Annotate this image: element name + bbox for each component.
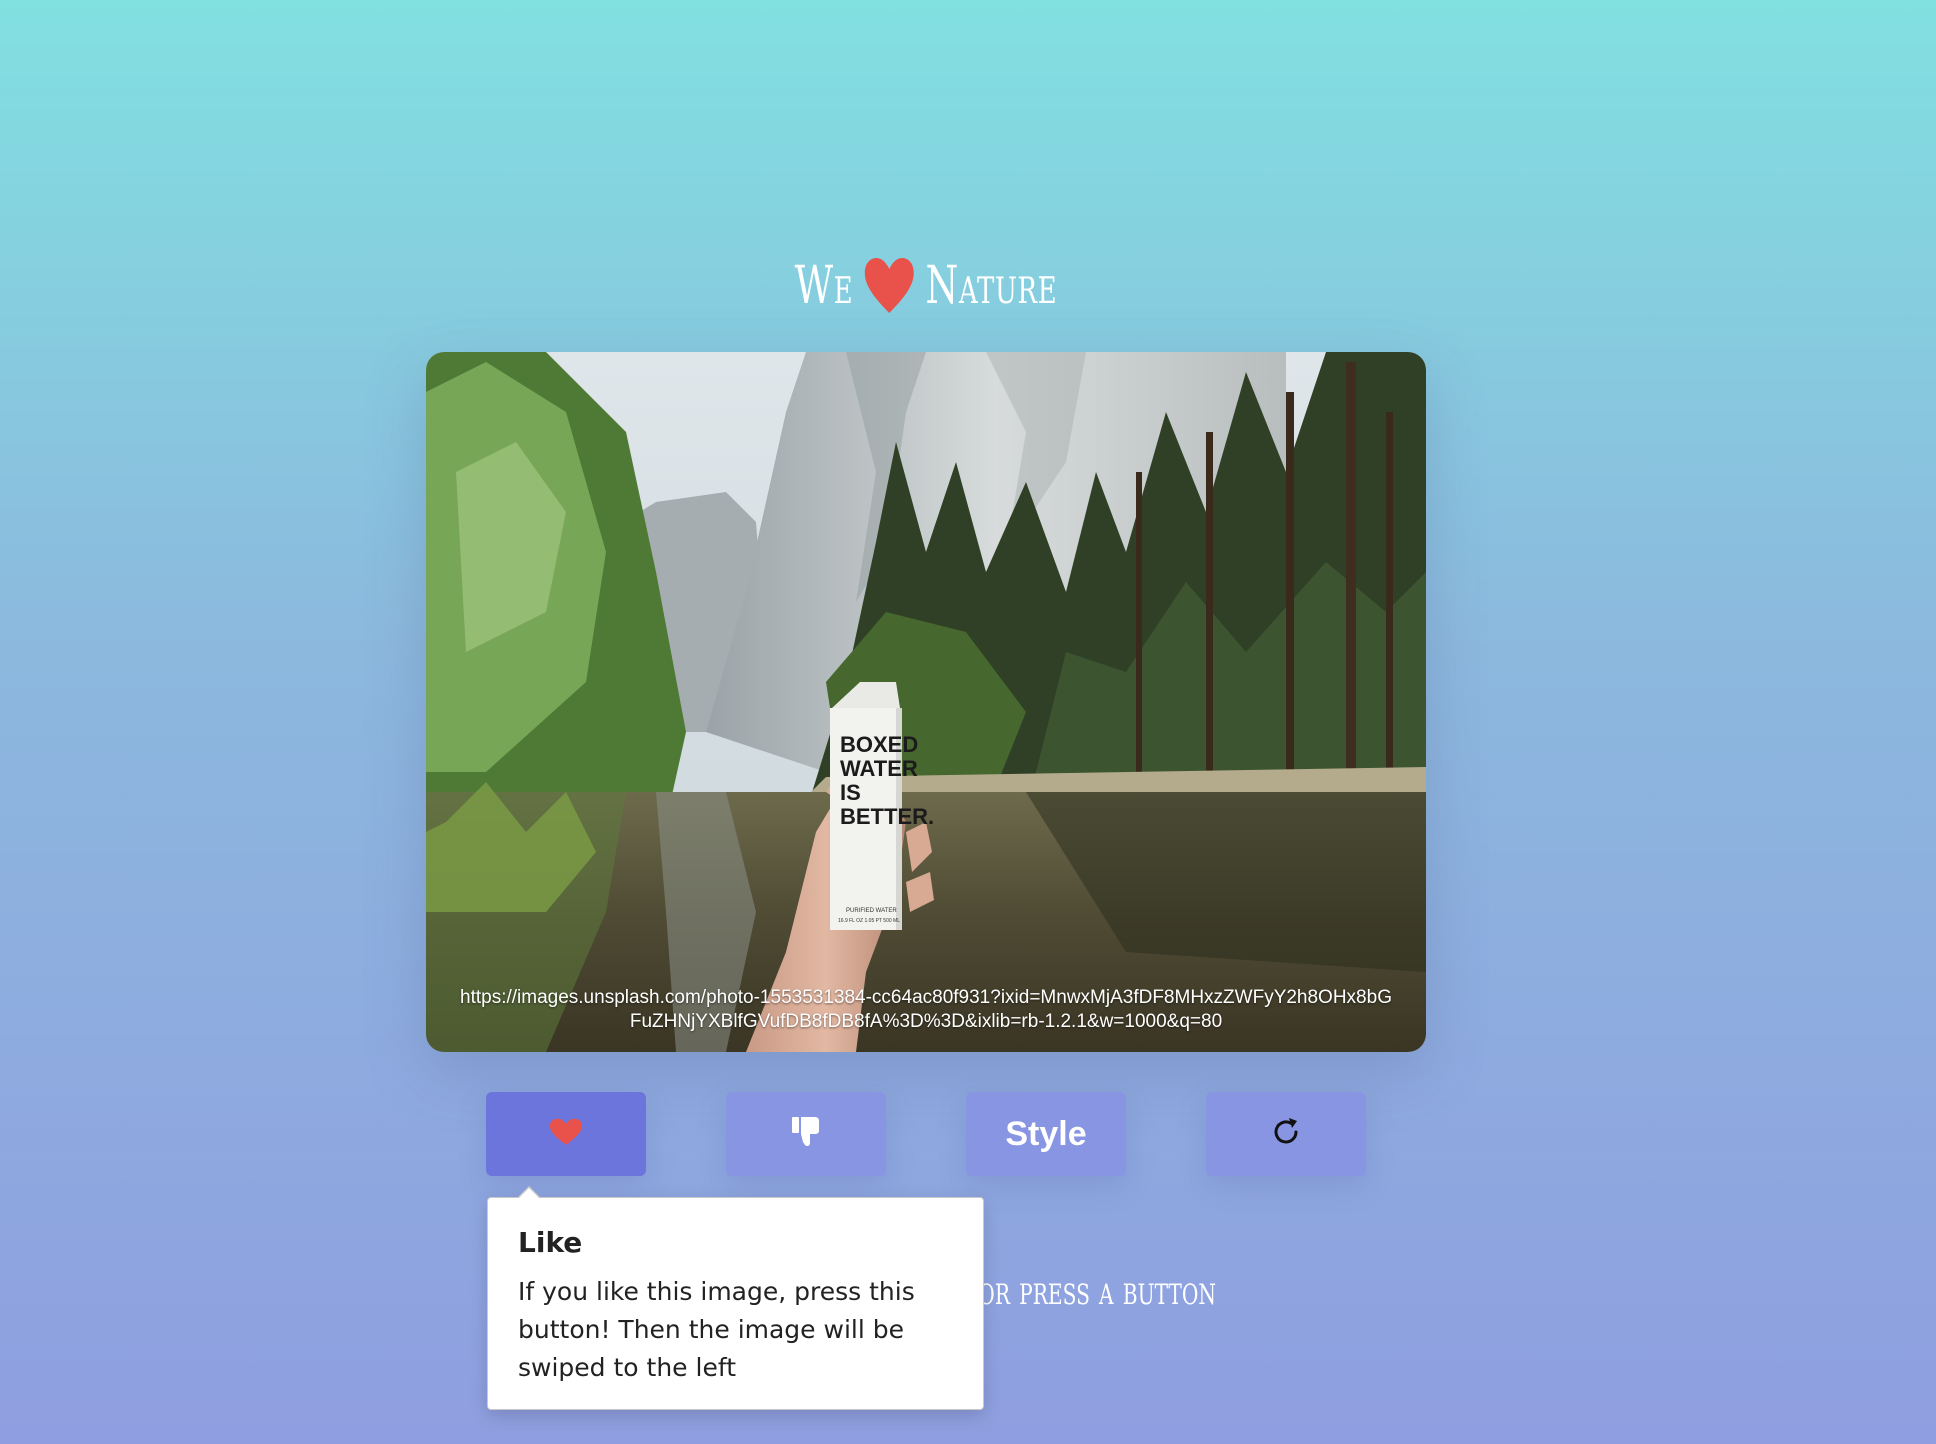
page-title: We Nature [259, 252, 1592, 316]
title-right-word: Nature [925, 255, 1058, 316]
heart-icon [864, 257, 916, 315]
carton-small-1: PURIFIED WATER [846, 908, 897, 914]
landscape-photo: BOXED WATER IS BETTER. PURIFIED WATER 16… [426, 352, 1426, 1052]
photo-card[interactable]: BOXED WATER IS BETTER. PURIFIED WATER 16… [426, 352, 1426, 1052]
carton-small-2: 16.9 FL OZ 1.05 PT 500 ML [838, 918, 900, 924]
tooltip-body: If you like this image, press this butto… [518, 1277, 915, 1382]
carton-line-1: BOXED [840, 732, 918, 757]
carton-line-2: WATER [840, 756, 918, 781]
like-tooltip: Like If you like this image, press this … [487, 1186, 984, 1410]
carton-line-3: IS [840, 780, 861, 805]
tooltip-title: Like [518, 1226, 583, 1259]
style-button[interactable]: Style [966, 1092, 1126, 1176]
refresh-icon [1269, 1115, 1303, 1154]
dislike-button[interactable] [726, 1092, 886, 1176]
heart-icon [549, 1118, 583, 1151]
hint-text: , or press a button [960, 1268, 1217, 1314]
like-button[interactable] [486, 1092, 646, 1176]
reload-button[interactable] [1206, 1092, 1366, 1176]
photo-url-caption: https://images.unsplash.com/photo-155353… [460, 987, 1392, 1032]
carton-line-4: BETTER. [840, 804, 934, 829]
style-button-label: Style [1005, 1114, 1087, 1153]
thumbs-down-icon [791, 1116, 821, 1153]
title-left-word: We [794, 255, 854, 316]
